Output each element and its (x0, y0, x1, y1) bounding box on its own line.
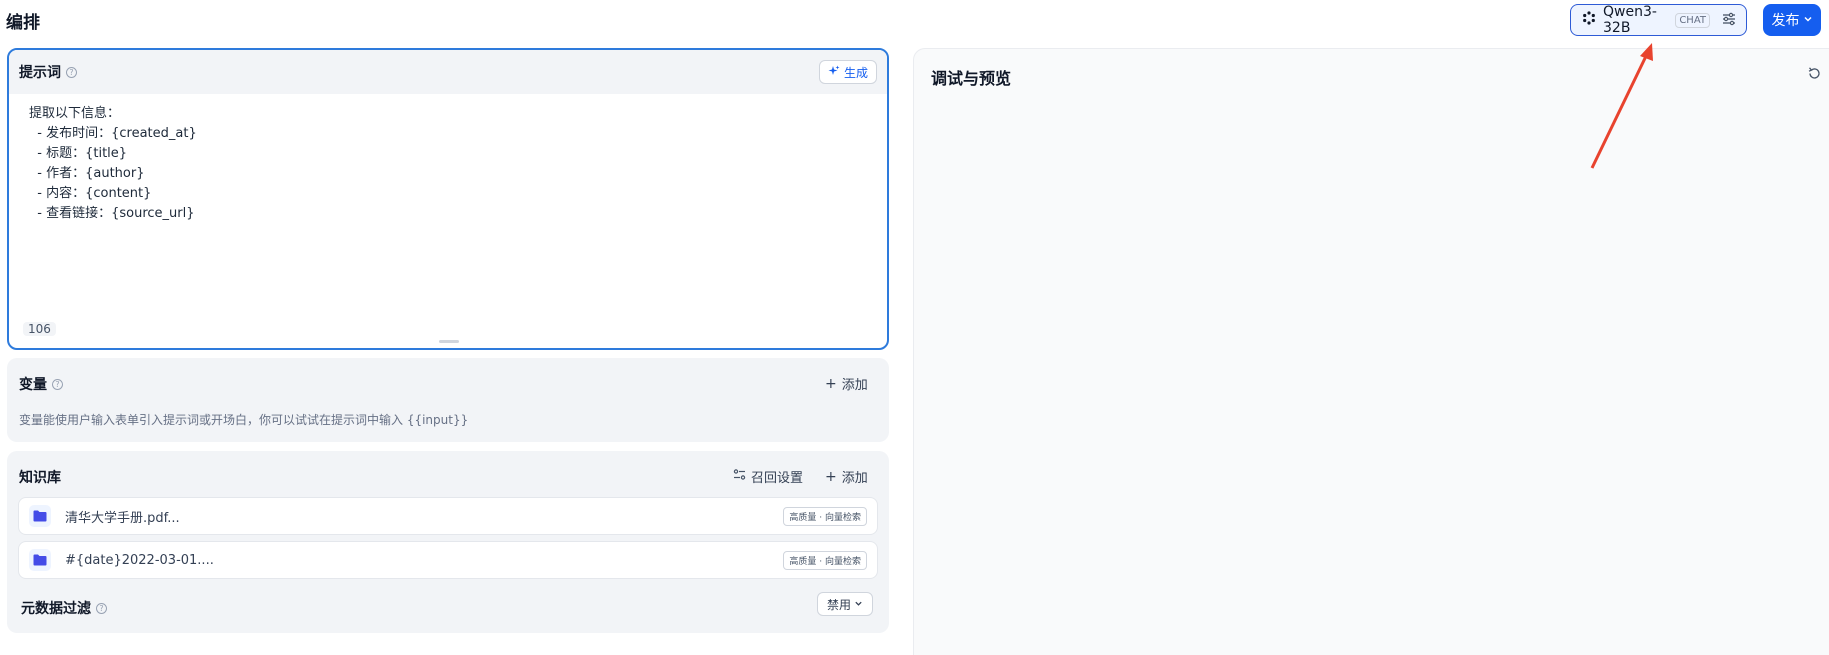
knowledge-card: 知识库 召回设置 + 添加 清华大学手册.pdf... 高质量 · 向量检索 #… (7, 451, 889, 633)
knowledge-item[interactable]: 清华大学手册.pdf... 高质量 · 向量检索 (18, 497, 878, 535)
variables-title: 变量 (19, 377, 47, 393)
prompt-textarea[interactable]: 提取以下信息： - 发布时间：{created_at} - 标题：{title}… (9, 94, 887, 234)
metadata-filter-select[interactable]: 禁用 (817, 592, 873, 616)
prompt-header: 提示词 ? 生成 (9, 50, 887, 94)
knowledge-item-tag: 高质量 · 向量检索 (783, 550, 867, 570)
metadata-filter-value: 禁用 (826, 597, 851, 612)
add-label: 添加 (841, 471, 868, 486)
knowledge-item-tag: 高质量 · 向量检索 (783, 506, 867, 526)
add-label: 添加 (841, 378, 868, 393)
metadata-filter-title: 元数据过滤 (21, 601, 91, 617)
generate-label: 生成 (843, 65, 868, 80)
recall-settings-button[interactable]: 召回设置 (733, 467, 803, 486)
folder-icon (29, 505, 51, 527)
model-name: Qwen3-32B (1603, 4, 1657, 36)
char-count: 106 (23, 322, 56, 336)
top-bar: 编排 Qwen3-32B CHAT 发布 (0, 0, 1829, 48)
settings-sliders-icon (733, 468, 746, 485)
knowledge-item-name: 清华大学手册.pdf... (65, 510, 180, 526)
add-variable-button[interactable]: + 添加 (825, 374, 868, 394)
add-knowledge-button[interactable]: + 添加 (825, 467, 868, 487)
plus-icon: + (825, 468, 837, 485)
variables-description: 变量能使用户输入表单引入提示词或开场白，你可以试试在提示词中输入 {{input… (19, 413, 469, 427)
model-provider-icon (1581, 10, 1597, 30)
knowledge-item-name: #{date}2022-03-01.... (65, 552, 214, 568)
refresh-icon[interactable] (1807, 66, 1822, 85)
help-icon[interactable]: ? (52, 378, 63, 390)
model-type-badge: CHAT (1675, 12, 1710, 28)
chevron-down-icon (854, 597, 863, 611)
sliders-icon[interactable] (1722, 11, 1736, 30)
help-icon[interactable]: ? (66, 66, 77, 78)
generate-button[interactable]: 生成 (818, 60, 877, 84)
debug-title: 调试与预览 (931, 69, 1012, 88)
variables-card: 变量 ? + 添加 变量能使用户输入表单引入提示词或开场白，你可以试试在提示词中… (7, 358, 889, 442)
publish-label: 发布 (1771, 13, 1800, 29)
recall-label: 召回设置 (751, 471, 804, 486)
chevron-down-icon (1803, 12, 1813, 28)
publish-button[interactable]: 发布 (1763, 4, 1821, 36)
knowledge-item[interactable]: #{date}2022-03-01.... 高质量 · 向量检索 (18, 541, 878, 579)
plus-icon: + (825, 375, 837, 392)
prompt-title: 提示词 (19, 65, 61, 81)
knowledge-title: 知识库 (19, 470, 61, 486)
debug-preview-panel: 调试与预览 (913, 48, 1829, 655)
model-selector-button[interactable]: Qwen3-32B CHAT (1570, 4, 1747, 36)
resize-handle[interactable] (439, 340, 459, 343)
help-icon[interactable]: ? (96, 602, 107, 614)
sparkle-icon (828, 65, 840, 80)
folder-icon (29, 549, 51, 571)
page-title: 编排 (6, 13, 40, 33)
prompt-card: 提示词 ? 生成 提取以下信息： - 发布时间：{created_at} - 标… (7, 48, 889, 350)
